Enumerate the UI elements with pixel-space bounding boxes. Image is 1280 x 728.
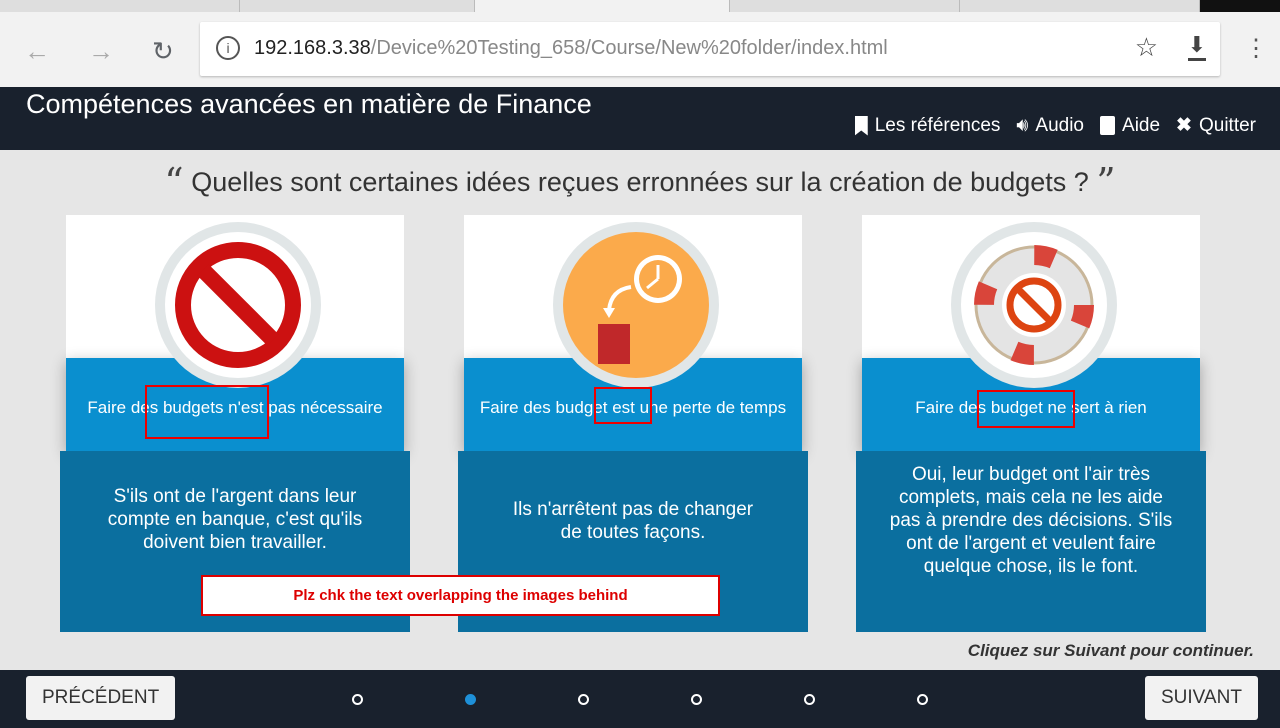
browser-tab[interactable] <box>0 0 240 12</box>
course-footer: PRÉCÉDENT SUIVANT <box>0 670 1280 728</box>
nav-label: Aide <box>1122 114 1161 136</box>
question-heading: “ Quelles sont certaines idées reçues er… <box>0 160 1280 204</box>
clock-trash-icon <box>553 222 719 388</box>
page-dot-2-active[interactable] <box>465 694 476 705</box>
page-dot-3[interactable] <box>578 694 589 705</box>
course-header: Compétences avancées en matière de Finan… <box>0 87 1280 150</box>
card-text: Oui, leur budget ont l'air très complets… <box>889 464 1173 577</box>
page-dot-1[interactable] <box>352 694 363 705</box>
previous-button[interactable]: PRÉCÉDENT <box>26 676 176 720</box>
download-icon[interactable]: ⬇ <box>1187 32 1206 61</box>
annotation-highlight-box <box>977 390 1075 428</box>
nav-references[interactable]: Les références <box>854 114 1001 137</box>
prohibited-sign-icon <box>155 222 321 388</box>
card-text: S'ils ont de l'argent dans leur compte e… <box>107 486 363 553</box>
speaker-icon: 🔊︎ <box>1016 114 1029 136</box>
browser-tab[interactable] <box>960 0 1200 12</box>
menu-icon[interactable]: ⋮ <box>1244 34 1268 63</box>
lifebuoy-prohibited-icon <box>951 222 1117 388</box>
annotation-note: Plz chk the text overlapping the images … <box>201 575 720 616</box>
browser-tab[interactable] <box>730 0 960 12</box>
page-dot-5[interactable] <box>804 694 815 705</box>
reload-icon[interactable]: ↻ <box>152 36 174 67</box>
browser-tab-strip <box>0 0 1280 12</box>
open-quote-icon: “ <box>164 160 184 204</box>
close-quote-icon: ” <box>1096 160 1116 204</box>
course-title: Compétences avancées en matière de Finan… <box>26 89 592 119</box>
info-icon[interactable]: i <box>216 36 240 60</box>
nav-quit[interactable]: ✖ Quitter <box>1176 114 1256 137</box>
browser-tab-active[interactable] <box>475 0 730 12</box>
address-bar[interactable]: i 192.168.3.38/Device%20Testing_658/Cour… <box>200 22 1220 76</box>
url-path: /Device%20Testing_658/Course/New%20folde… <box>370 37 888 59</box>
annotation-highlight-box <box>145 385 269 439</box>
url-host: 192.168.3.38 <box>254 37 371 59</box>
nav-label: Les références <box>874 114 1001 136</box>
continue-hint: Cliquez sur Suivant pour continuer. <box>967 641 1254 660</box>
back-icon[interactable]: ← <box>24 36 50 67</box>
star-icon[interactable]: ☆ <box>1135 32 1158 63</box>
bookmark-icon <box>854 115 868 136</box>
url-text[interactable]: 192.168.3.38/Device%20Testing_658/Course… <box>254 37 888 60</box>
nav-label: Audio <box>1035 114 1085 136</box>
question-text: Quelles sont certaines idées reçues erro… <box>191 167 1089 197</box>
annotation-highlight-box <box>594 387 652 424</box>
browser-tab[interactable] <box>240 0 475 12</box>
nav-label: Quitter <box>1198 114 1256 136</box>
card-text: Ils n'arrêtent pas de changer de toutes … <box>512 499 754 543</box>
nav-audio[interactable]: 🔊︎ Audio <box>1016 114 1084 137</box>
browser-toolbar: ← → ↻ i 192.168.3.38/Device%20Testing_65… <box>0 12 1280 87</box>
next-button[interactable]: SUIVANT <box>1145 676 1258 720</box>
tab-overview-button[interactable] <box>1200 0 1280 12</box>
close-icon: ✖ <box>1176 115 1192 136</box>
book-icon <box>1100 116 1116 135</box>
page-dot-6[interactable] <box>917 694 928 705</box>
forward-icon[interactable]: → <box>88 36 114 67</box>
page-dot-4[interactable] <box>691 694 702 705</box>
nav-help[interactable]: Aide <box>1100 114 1160 137</box>
